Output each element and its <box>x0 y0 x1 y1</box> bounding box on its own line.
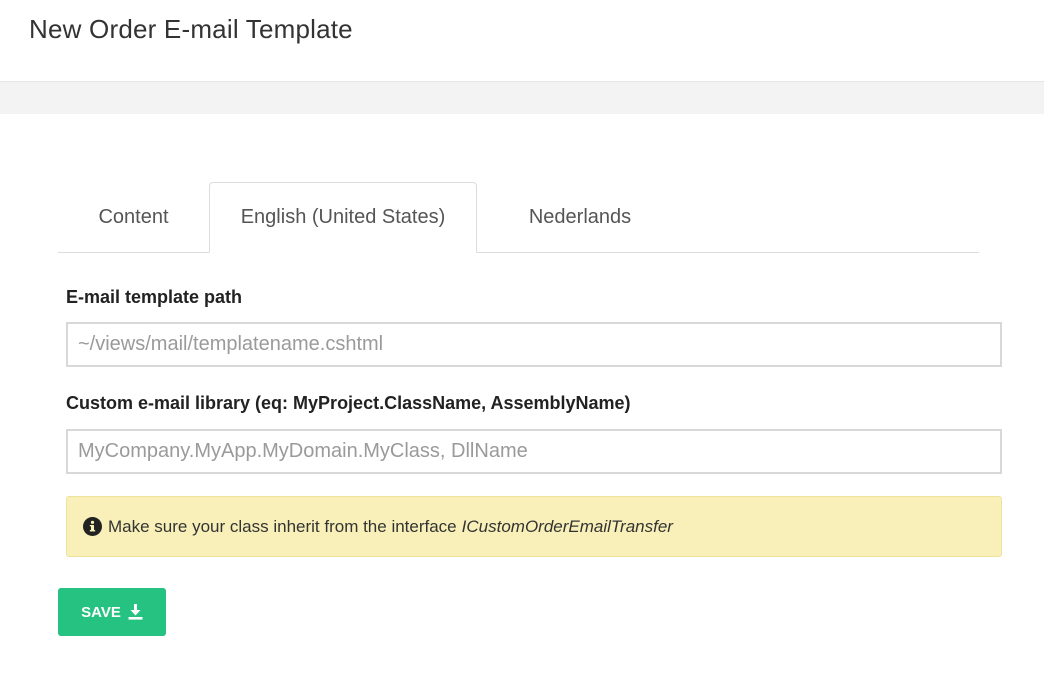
language-tabs: Content English (United States) Nederlan… <box>58 182 979 253</box>
page-header: New Order E-mail Template <box>0 0 1044 82</box>
custom-library-label: Custom e-mail library (eq: MyProject.Cla… <box>66 393 631 413</box>
save-button-label: SAVE <box>81 603 121 621</box>
download-icon <box>128 604 143 620</box>
tab-nederlands[interactable]: Nederlands <box>477 182 683 252</box>
template-path-input[interactable] <box>66 322 1002 367</box>
tab-content[interactable]: Content <box>58 182 209 252</box>
page-title: New Order E-mail Template <box>29 14 353 44</box>
info-alert: Make sure your class inherit from the in… <box>66 496 1002 557</box>
alert-text: Make sure your class inherit from the in… <box>108 516 457 536</box>
custom-library-input[interactable] <box>66 429 1002 474</box>
alert-interface-name: ICustomOrderEmailTransfer <box>461 516 673 536</box>
save-button[interactable]: SAVE <box>58 588 166 636</box>
template-path-label: E-mail template path <box>66 287 243 307</box>
header-separator-band <box>0 82 1044 114</box>
tab-english-united-states[interactable]: English (United States) <box>209 182 477 253</box>
info-circle-icon <box>83 517 102 536</box>
main-content: Content English (United States) Nederlan… <box>0 114 1044 673</box>
